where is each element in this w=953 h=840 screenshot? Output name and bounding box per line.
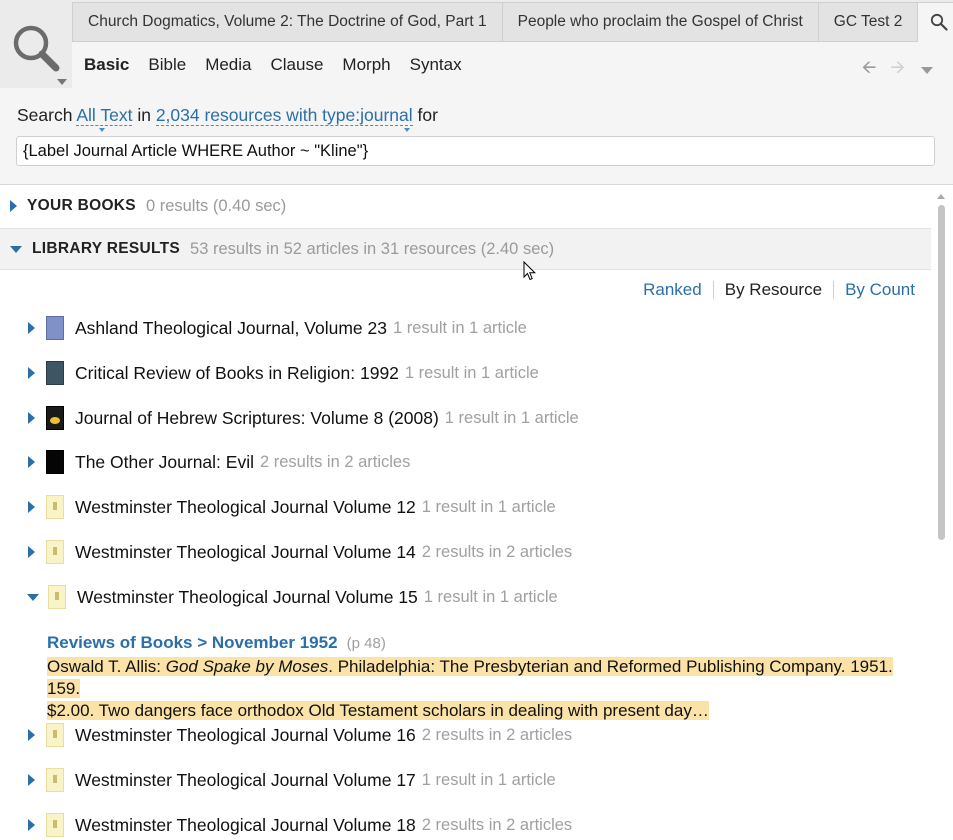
mode-basic[interactable]: Basic (84, 55, 129, 75)
result-row[interactable]: Westminster Theological Journal Volume 1… (0, 487, 931, 527)
result-row[interactable]: Critical Review of Books in Religion: 19… (0, 353, 931, 393)
result-row[interactable]: Ashland Theological Journal, Volume 23 1… (0, 308, 931, 348)
tab-bar: Church Dogmatics, Volume 2: The Doctrine… (72, 2, 953, 42)
book-cover-icon (48, 585, 66, 609)
result-row[interactable]: Westminster Theological Journal Volume 1… (0, 805, 931, 840)
top-chrome: Church Dogmatics, Volume 2: The Doctrine… (0, 0, 953, 96)
expand-triangle-icon[interactable] (28, 501, 35, 513)
scroll-up-arrow-icon[interactable] (937, 194, 945, 199)
section-your-books[interactable]: YOUR BOOKS 0 results (0.40 sec) (0, 185, 931, 227)
result-row[interactable]: Journal of Hebrew Scriptures: Volume 8 (… (0, 398, 931, 438)
mode-syntax[interactable]: Syntax (410, 55, 462, 75)
book-cover-icon (46, 406, 64, 430)
divider (833, 281, 835, 299)
expand-triangle-icon[interactable] (28, 774, 35, 786)
search-toolbar: Basic Bible Media Clause Morph Syntax 🡨 … (72, 42, 953, 88)
expand-triangle-icon[interactable] (28, 819, 35, 831)
book-cover-icon (46, 450, 64, 474)
result-snippet: Reviews of Books > November 1952 (p 48) … (47, 633, 917, 722)
search-panel-menu[interactable] (0, 0, 72, 96)
collapse-triangle-icon[interactable] (27, 593, 39, 601)
sort-by-count[interactable]: By Count (845, 280, 915, 300)
result-row[interactable]: Westminster Theological Journal Volume 1… (0, 715, 931, 755)
book-cover-icon (46, 361, 64, 385)
tab-search[interactable]: × (918, 2, 953, 42)
search-scope-dropdown[interactable]: All Text (76, 105, 133, 126)
search-mode-tabs: Basic Bible Media Clause Morph Syntax (84, 42, 481, 88)
tab-church-dogmatics[interactable]: Church Dogmatics, Volume 2: The Doctrine… (72, 2, 503, 42)
expand-triangle-icon[interactable] (28, 412, 35, 424)
history-dropdown-icon[interactable] (921, 66, 933, 74)
book-cover-icon (46, 813, 64, 837)
article-link[interactable]: Reviews of Books > November 1952 (47, 633, 338, 652)
sort-ranked[interactable]: Ranked (643, 280, 702, 300)
expand-triangle-icon[interactable] (28, 322, 35, 334)
section-library-results[interactable]: LIBRARY RESULTS 53 results in 52 article… (0, 228, 931, 270)
mode-bible[interactable]: Bible (148, 55, 186, 75)
expand-triangle-icon (10, 200, 17, 212)
book-cover-icon (46, 723, 64, 747)
sort-options: Ranked By Resource By Count (643, 280, 915, 300)
search-icon (931, 13, 949, 31)
back-arrow-icon[interactable]: 🡨 (862, 55, 877, 85)
collapse-triangle-icon (10, 245, 22, 253)
tab-gc-test-2[interactable]: GC Test 2 (818, 2, 919, 42)
magnifier-logo-icon (13, 25, 60, 72)
chevron-down-icon (57, 79, 67, 85)
search-query-input[interactable] (16, 136, 935, 166)
page-number: (p 48) (346, 635, 386, 652)
book-cover-icon (46, 316, 64, 340)
tab-people-who-proclaim[interactable]: People who proclaim the Gospel of Christ (502, 2, 819, 42)
sort-by-resource[interactable]: By Resource (725, 280, 822, 300)
expand-triangle-icon[interactable] (28, 546, 35, 558)
book-cover-icon (46, 495, 64, 519)
resource-collection-dropdown[interactable]: 2,034 resources with type:journal (155, 105, 413, 126)
result-row[interactable]: Westminster Theological Journal Volume 1… (0, 760, 931, 800)
results-pane: YOUR BOOKS 0 results (0.40 sec) LIBRARY … (0, 185, 953, 840)
mode-clause[interactable]: Clause (271, 55, 324, 75)
book-cover-icon (46, 540, 64, 564)
result-row[interactable]: Westminster Theological Journal Volume 1… (0, 532, 931, 572)
mouse-cursor-icon (523, 261, 537, 281)
result-row[interactable]: The Other Journal: Evil 2 results in 2 a… (0, 442, 931, 482)
book-cover-icon (46, 768, 64, 792)
snippet-text[interactable]: Oswald T. Allis: God Spake by Moses. Phi… (47, 656, 917, 722)
vertical-scrollbar[interactable] (938, 205, 945, 540)
search-panel: Search All Text in 2,034 resources with … (0, 88, 953, 185)
forward-arrow-icon[interactable]: 🡪 (890, 55, 905, 85)
mode-morph[interactable]: Morph (342, 55, 390, 75)
mode-media[interactable]: Media (205, 55, 251, 75)
search-sentence: Search All Text in 2,034 resources with … (17, 105, 438, 132)
divider (712, 281, 714, 299)
expand-triangle-icon[interactable] (28, 367, 35, 379)
expand-triangle-icon[interactable] (28, 729, 35, 741)
result-row-expanded[interactable]: Westminster Theological Journal Volume 1… (0, 577, 931, 617)
expand-triangle-icon[interactable] (28, 456, 35, 468)
history-nav: 🡨 🡪 (848, 55, 933, 85)
